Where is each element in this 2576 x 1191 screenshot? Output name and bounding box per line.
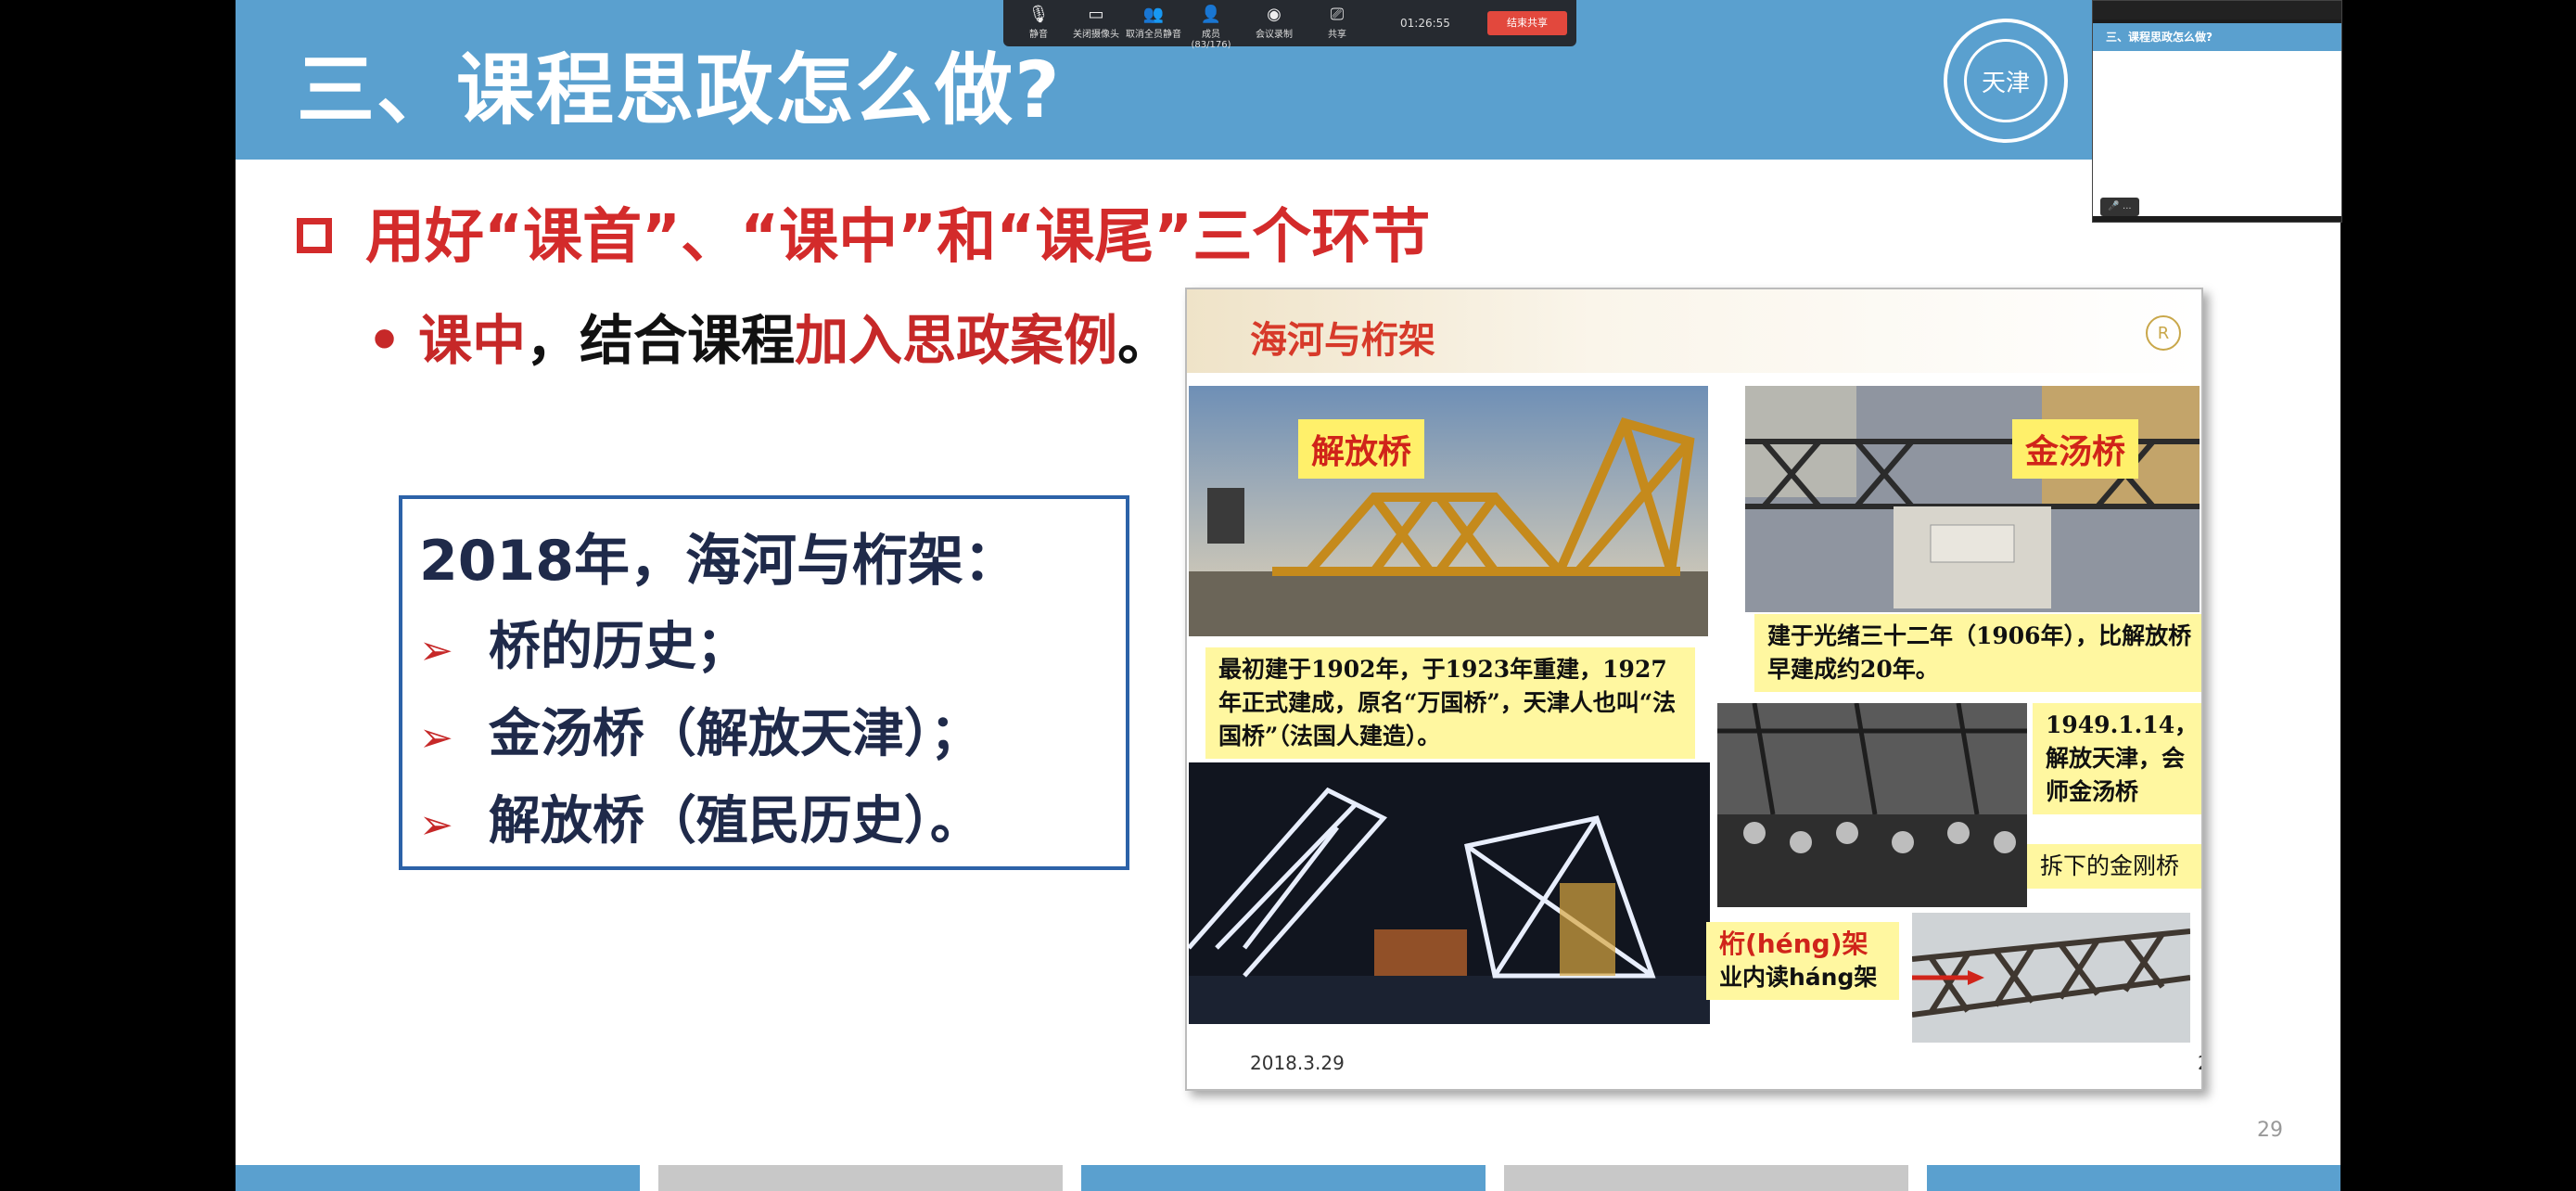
record-button[interactable]: ◉ 会议录制 <box>1246 4 1302 40</box>
share-screen-icon: ⎚ <box>1330 5 1345 24</box>
embedded-date: 2018.3.29 <box>1250 1052 1345 1074</box>
embedded-slide-image: 海河与桁架 R C <box>1185 288 2203 1091</box>
heading-three-stages: 用好“课首”、“课中”和“课尾”三个环节 <box>297 189 1430 275</box>
record-icon: ◉ <box>1267 5 1282 24</box>
note-heng-body: 业内读háng架 <box>1719 964 1878 991</box>
arrow-bullet-icon: ➢ <box>419 714 453 762</box>
unmute-all-button[interactable]: 👥 取消全员静音 <box>1126 4 1181 40</box>
label-jiefang-bridge: 解放桥 <box>1298 419 1425 479</box>
members-icon: 👤 <box>1200 5 1222 24</box>
topic-title: 2018年，海河与桁架： <box>419 529 1019 594</box>
university-logo: 天津 <box>1944 19 2068 143</box>
heading-in-class: • 课中，结合课程加入思政案例。 <box>367 297 1171 375</box>
photo-1949-crowd <box>1717 703 2027 907</box>
note-heng-title: 桁(héng)架 <box>1719 928 1868 959</box>
bottom-strip-4 <box>1504 1165 1908 1191</box>
topic-box: 2018年，海河与桁架： ➢ 桥的历史； ➢ 金汤桥（解放天津）； ➢ 解放桥（殖民历… <box>399 495 1129 870</box>
meeting-toolbar: 🎙 静音 ▭ 关闭摄像头 👥 取消全员静音 👤 成员(83/176) ◉ 会议录制 ⎚ 共享… <box>1003 0 1576 50</box>
jiefang-bridge-photo <box>1189 386 1708 636</box>
note-jintang-bridge: 建于光绪三十二年（1906年），比解放桥早建成约20年。 <box>1754 614 2201 692</box>
camera-button[interactable]: ▭ 关闭摄像头 <box>1068 4 1124 40</box>
meeting-timer: 01:26:55 <box>1400 17 1450 30</box>
bottom-strip-5 <box>1927 1165 2340 1191</box>
arrow-bullet-icon: ➢ <box>419 801 453 849</box>
members-button[interactable]: 👤 成员(83/176) <box>1183 4 1239 50</box>
embedded-logo2-icon: C <box>2201 314 2203 349</box>
end-share-button[interactable]: 结束共享 <box>1487 11 1567 35</box>
jiefang-bridge-night-photo <box>1189 762 1710 1024</box>
slide: 三、课程思政怎么做? 天津 用好“课首”、“课中”和“课尾”三个环节 • 课中，结… <box>236 0 2340 1191</box>
embedded-title: 海河与桁架 <box>1250 319 1435 362</box>
camera-icon: ▭ <box>1088 5 1104 24</box>
arrow-bullet-icon: ➢ <box>419 627 453 674</box>
bullet-dot-icon: • <box>367 309 402 372</box>
note-heng-truss: 桁(héng)架 业内读háng架 <box>1706 922 1899 1000</box>
topic-item: ➢ 金汤桥（解放天津）； <box>419 692 982 767</box>
thumbnail-mic-button[interactable]: 🎤 ... <box>2100 198 2139 216</box>
note-removed-bridge: 拆下的金刚桥 <box>2027 844 2201 889</box>
users-icon: 👥 <box>1142 5 1165 24</box>
note-jiefang-bridge: 最初建于1902年，于1923年重建，1927年正式建成，原名“万国桥”，天津人… <box>1205 647 1695 759</box>
embedded-page-number: 2 <box>2198 1052 2201 1074</box>
share-button[interactable]: ⎚ 共享 <box>1309 4 1365 40</box>
heading2-middle: ，结合课程 <box>526 309 796 372</box>
bottom-strip-1 <box>236 1165 640 1191</box>
thumbnail-titlebar[interactable] <box>2093 1 2341 19</box>
mute-button[interactable]: 🎙 静音 <box>1011 4 1066 40</box>
heading1-emphasis: 三个环节 <box>1192 203 1431 272</box>
topic-item-text: 金汤桥（解放天津）； <box>488 704 982 764</box>
truss-photo <box>1912 913 2190 1043</box>
heading1-prefix: 用好“课首”、“课中”和“课尾” <box>365 203 1193 272</box>
note-1949: 1949.1.14，解放天津，会师金汤桥 <box>2033 703 2201 814</box>
topic-item-text: 解放桥（殖民历史）。 <box>488 791 982 852</box>
label-jintang-bridge: 金汤桥 <box>2012 419 2139 479</box>
square-bullet-icon <box>297 218 332 253</box>
topic-item: ➢ 桥的历史； <box>419 605 748 680</box>
slide-title: 三、课程思政怎么做? <box>297 45 1062 135</box>
presenter-thumbnail[interactable]: 三、课程思政怎么做? 🎤 ... <box>2092 0 2342 223</box>
thumbnail-slide-title: 三、课程思政怎么做? <box>2093 23 2341 51</box>
topic-item-text: 桥的历史； <box>488 617 748 677</box>
heading2-suffix: 。 <box>1117 309 1172 372</box>
slide-page-number: 29 <box>2257 1119 2283 1142</box>
thumbnail-slide: 三、课程思政怎么做? <box>2093 23 2341 216</box>
heading2-emphasis1: 课中 <box>418 309 527 372</box>
heading2-emphasis2: 加入思政案例 <box>795 309 1118 372</box>
embedded-logo-icon: R <box>2146 315 2181 351</box>
bottom-strip-3 <box>1081 1165 1486 1191</box>
topic-item: ➢ 解放桥（殖民历史）。 <box>419 779 982 854</box>
bottom-strip-2 <box>658 1165 1063 1191</box>
microphone-icon: 🎙 <box>1027 5 1050 24</box>
university-logo-inner: 天津 <box>1964 39 2047 122</box>
